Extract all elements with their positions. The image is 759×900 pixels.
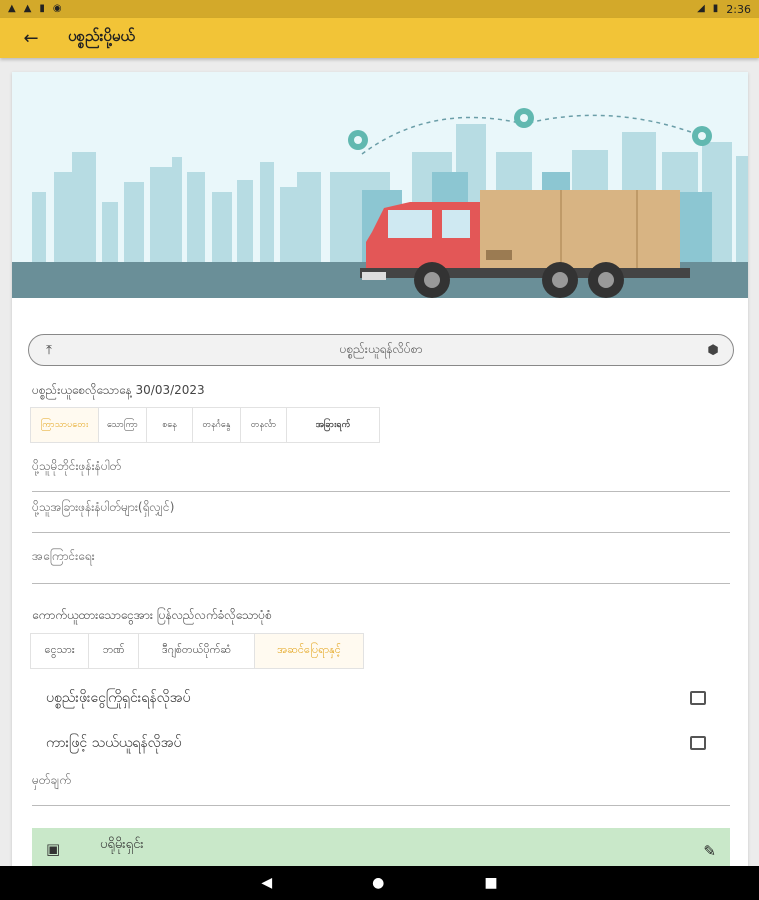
warning-icon: ▲: [8, 3, 16, 14]
collect-money-checkbox[interactable]: [690, 691, 706, 705]
day-option-thursday[interactable]: ကြာသာပတေး: [31, 408, 99, 442]
warning-icon: ▲: [23, 3, 32, 14]
app-bar: ← ပစ္စည်းပို့မယ်: [0, 18, 759, 58]
payment-option-cash[interactable]: ငွေသား: [31, 634, 89, 668]
day-option-other[interactable]: အခြားရက်: [287, 408, 379, 442]
upload-icon: ⤒: [46, 342, 52, 358]
signal-icon: ◢: [697, 3, 705, 14]
pickup-address-label: ပစ္စည်းယူရန်လိပ်စာ: [339, 342, 423, 356]
payment-method-selector: ငွေသား ဘဏ် ဒီဂျစ်တယ်ပိုက်ဆံ အဆင်ပြေရာနှင…: [30, 633, 364, 669]
remark-field[interactable]: မှတ်ချက်: [32, 772, 730, 806]
collect-money-row: ပစ္စည်းဖိုးငွေကြိုရှင်းရန်လိုအပ်: [46, 686, 706, 710]
promotion-label: ပရိုမိုးရှင်း: [100, 837, 144, 852]
by-car-label: ကားဖြင့် သယ်ယူရန်လိုအပ်: [46, 734, 182, 751]
sender-phone-field[interactable]: ပို့သူမိုဘိုင်းဖုန်းနံပါတ်: [32, 458, 730, 492]
day-option-friday[interactable]: သောကြာ: [99, 408, 147, 442]
edit-pencil-icon[interactable]: ✎: [703, 842, 716, 860]
pickup-address-field[interactable]: ⤒ ပစ္စည်းယူရန်လိပ်စာ ⬢: [28, 334, 734, 366]
nav-home-icon[interactable]: ●: [372, 875, 384, 891]
briefcase-icon: ▣: [46, 840, 61, 858]
sender-other-phone-field[interactable]: ပို့သူအခြားဖုန်းနံပါတ်များ(ရှိလျှင်): [32, 499, 730, 533]
payment-option-bank[interactable]: ဘဏ်: [89, 634, 139, 668]
payment-option-digital[interactable]: ဒီဂျစ်တယ်ပိုက်ဆံ: [139, 634, 255, 668]
day-option-saturday[interactable]: စနေ: [147, 408, 193, 442]
back-arrow-icon[interactable]: ←: [18, 25, 44, 51]
page-title: ပစ္စည်းပို့မယ်: [68, 27, 135, 45]
day-option-monday[interactable]: တနင်္လာ: [241, 408, 287, 442]
sd-card-icon: ▮: [39, 3, 45, 14]
reason-field[interactable]: အကြောင်းရေး: [32, 548, 730, 584]
status-time: 2:36: [726, 2, 751, 16]
collect-money-label: ပစ္စည်းဖိုးငွေကြိုရှင်းရန်လိုအပ်: [46, 689, 191, 706]
form-card: ⤒ ပစ္စည်းယူရန်လိပ်စာ ⬢ ပစ္စည်းယူစေလိုသော…: [12, 72, 748, 872]
location-pin-icon: ⬢: [707, 342, 719, 358]
city-truck-svg: [12, 72, 748, 298]
sync-icon: ◉: [52, 3, 62, 14]
day-option-sunday[interactable]: တနင်္ဂနွေ: [193, 408, 241, 442]
delivery-truck-illustration: [12, 72, 748, 298]
day-selector: ကြာသာပတေး သောကြာ စနေ တနင်္ဂနွေ တနင်္လာ အ…: [30, 407, 380, 443]
pickup-date-label: ပစ္စည်းယူစေလိုသောနေ့ 30/03/2023: [32, 383, 205, 397]
system-nav-bar: ◀ ● ■: [0, 866, 759, 900]
payment-option-convenient[interactable]: အဆင်ပြေရာနှင့်: [255, 634, 363, 668]
by-car-row: ကားဖြင့် သယ်ယူရန်လိုအပ်: [46, 731, 706, 755]
status-bar: ▲ ▲ ▮ ◉ ◢ ▮ 2:36: [0, 0, 759, 18]
nav-back-icon[interactable]: ◀: [261, 875, 272, 891]
battery-icon: ▮: [712, 3, 719, 14]
nav-recents-icon[interactable]: ■: [484, 875, 497, 891]
by-car-checkbox[interactable]: [690, 736, 706, 750]
payment-method-label: ကောက်ယူထားသောငွေအား ပြန်လည်လက်ခံလိုသောပု…: [32, 608, 272, 622]
